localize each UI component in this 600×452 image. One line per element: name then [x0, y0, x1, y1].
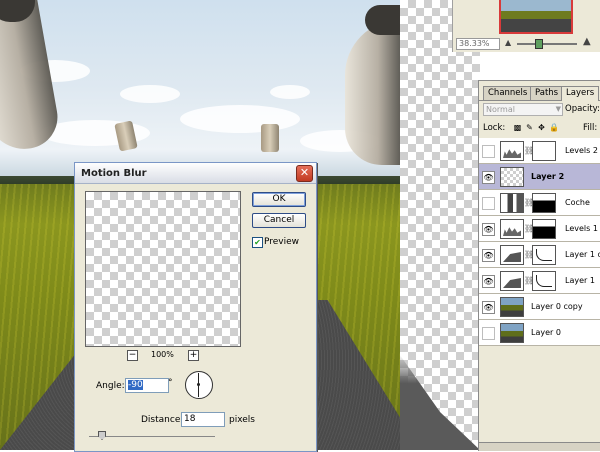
distance-slider-knob[interactable]	[98, 431, 106, 440]
layer-row-coche[interactable]: ⛓ Coche	[479, 190, 600, 216]
zoom-in-icon[interactable]: +	[188, 350, 199, 361]
navigator-zoom-knob[interactable]	[535, 39, 543, 49]
lock-all-icon[interactable]: 🔒	[549, 123, 559, 132]
tab-layers[interactable]: Layers	[561, 86, 600, 101]
layer-row-levels-2[interactable]: ⛓ Levels 2	[479, 138, 600, 164]
navigator-zoom-slider[interactable]	[517, 43, 577, 45]
distance-unit: pixels	[229, 415, 255, 425]
lock-transparency-icon[interactable]: ▩	[513, 123, 522, 132]
dialog-title: Motion Blur	[81, 168, 147, 179]
close-icon[interactable]: ✕	[296, 165, 313, 182]
layer-row-layer-1-copy[interactable]: 👁 ⛓ Layer 1 c...	[479, 242, 600, 268]
blend-mode-select[interactable]: Normal ▼	[483, 103, 563, 116]
distance-label: Distance:	[141, 415, 184, 425]
layer-thumbnail	[500, 297, 524, 317]
layer-thumbnail	[500, 323, 524, 343]
eye-icon[interactable]: 👁	[482, 249, 495, 262]
layer-list: ⛓ Levels 2 👁 Layer 2 ⛓ Coche 👁 ⛓ Levels …	[479, 138, 600, 346]
layer-mask-thumbnail	[532, 219, 556, 239]
navigator-thumbnail[interactable]	[499, 0, 573, 34]
angle-label: Angle:	[96, 381, 125, 391]
layer-mask-thumbnail	[532, 245, 556, 265]
cloud	[120, 85, 180, 103]
eye-icon[interactable]	[482, 327, 495, 340]
cloud	[270, 85, 310, 99]
eye-icon[interactable]: 👁	[482, 171, 495, 184]
navigator-zoom-field[interactable]: 38.33%	[456, 38, 500, 50]
angle-input[interactable]: -90	[125, 378, 169, 393]
dialog-titlebar[interactable]: Motion Blur ✕	[75, 163, 316, 184]
lock-label: Lock:	[483, 123, 506, 133]
horn-right	[345, 20, 400, 165]
layer-name: Layer 2	[531, 172, 565, 181]
adjustment-thumbnail	[500, 271, 524, 291]
layer-mask-thumbnail	[532, 271, 556, 291]
eye-icon[interactable]: 👁	[482, 301, 495, 314]
lock-pixels-icon[interactable]: ✎	[525, 123, 534, 132]
zoom-out-icon[interactable]: −	[127, 350, 138, 361]
lock-row: Lock: ▩ ✎ ✥ 🔒 Fill:	[483, 123, 600, 135]
layer-row-layer-1[interactable]: 👁 ⛓ Layer 1	[479, 268, 600, 294]
ok-button[interactable]: OK	[252, 192, 306, 207]
chevron-down-icon: ▼	[555, 105, 561, 113]
degree-symbol: °	[168, 378, 173, 388]
layer-thumbnail	[500, 193, 524, 213]
angle-dial-center	[197, 383, 200, 386]
eye-icon[interactable]	[482, 145, 495, 158]
horn-right-base	[365, 5, 400, 35]
layer-name: Levels 2	[565, 146, 598, 155]
layer-name: Levels 1	[565, 224, 598, 233]
distance-slider[interactable]	[89, 436, 215, 437]
tab-paths[interactable]: Paths	[530, 86, 564, 100]
layer-row-layer-0-copy[interactable]: 👁 Layer 0 copy	[479, 294, 600, 320]
adjustment-thumbnail	[500, 219, 524, 239]
layer-name: Layer 0	[531, 328, 561, 337]
layers-panel: Channels Paths Layers Normal ▼ Opacity: …	[478, 80, 600, 451]
layer-name: Coche	[565, 198, 590, 207]
layer-name: Layer 1	[565, 276, 595, 285]
panel-tabs: Channels Paths Layers	[479, 86, 600, 101]
eye-icon[interactable]	[482, 197, 495, 210]
layer-mask-thumbnail	[532, 141, 556, 161]
transparent-canvas-area	[400, 0, 480, 450]
opacity-label: Opacity:	[565, 104, 600, 114]
motion-blur-dialog: Motion Blur ✕ − 100% + OK Cancel ✔ Previ…	[74, 162, 317, 452]
eye-icon[interactable]: 👁	[482, 223, 495, 236]
distance-input[interactable]: 18	[181, 412, 225, 427]
layer-name: Layer 0 copy	[531, 302, 583, 311]
tab-channels[interactable]: Channels	[483, 86, 533, 100]
layer-thumbnail	[500, 167, 524, 187]
zoom-out-icon[interactable]: ▲	[505, 38, 511, 47]
layer-row-layer-2[interactable]: 👁 Layer 2	[479, 164, 600, 190]
fill-label: Fill:	[583, 123, 598, 133]
zoom-in-icon[interactable]: ▲	[583, 36, 591, 47]
preview-zoom-value: 100%	[151, 350, 174, 359]
lock-position-icon[interactable]: ✥	[537, 123, 546, 132]
horn-stub	[261, 124, 279, 152]
filter-preview[interactable]	[85, 191, 241, 347]
navigator-panel: 38.33% ▲ ▲	[452, 0, 600, 52]
preview-label: Preview	[264, 237, 300, 247]
layer-mask-thumbnail	[532, 193, 556, 213]
adjustment-thumbnail	[500, 245, 524, 265]
layer-row-layer-0[interactable]: Layer 0	[479, 320, 600, 346]
layer-name: Layer 1 c...	[565, 250, 600, 259]
preview-checkbox[interactable]: ✔	[252, 237, 263, 248]
adjustment-thumbnail	[500, 141, 524, 161]
cancel-button[interactable]: Cancel	[252, 213, 306, 228]
angle-value: -90	[128, 380, 143, 390]
cloud	[180, 105, 300, 133]
angle-dial[interactable]	[185, 371, 213, 399]
blend-mode-value: Normal	[486, 105, 515, 114]
eye-icon[interactable]: 👁	[482, 275, 495, 288]
layer-row-levels-1[interactable]: 👁 ⛓ Levels 1	[479, 216, 600, 242]
